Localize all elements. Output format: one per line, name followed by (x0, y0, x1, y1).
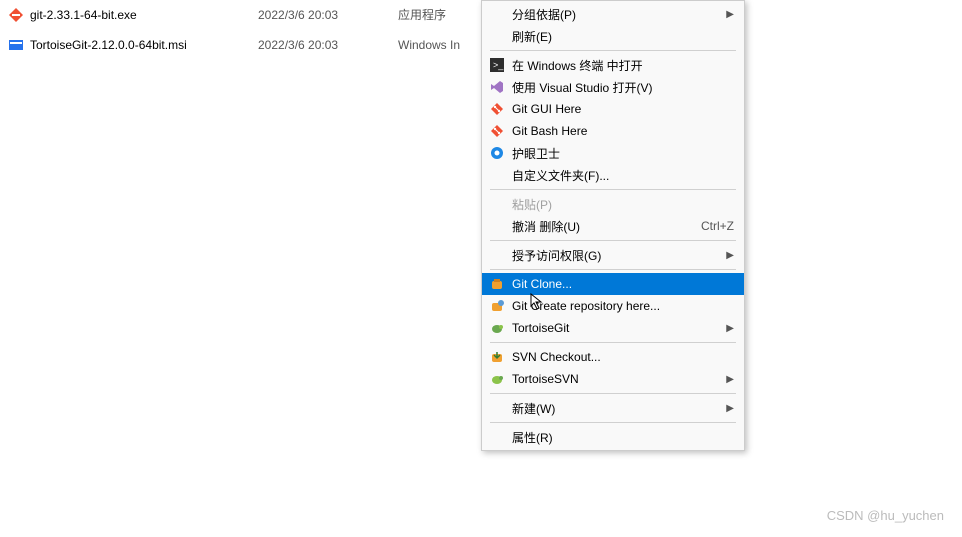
menu-item[interactable]: 授予访问权限(G)▶ (482, 244, 744, 266)
menu-item[interactable]: 分组依据(P)▶ (482, 3, 744, 25)
menu-separator (490, 342, 736, 343)
menu-item[interactable]: Git GUI Here (482, 98, 744, 120)
menu-label: 分组依据(P) (512, 6, 726, 23)
chevron-right-icon: ▶ (726, 403, 734, 414)
context-menu[interactable]: 分组依据(P)▶刷新(E)>_在 Windows 终端 中打开使用 Visual… (481, 0, 745, 451)
menu-item[interactable]: SVN Checkout... (482, 346, 744, 368)
menu-label: 新建(W) (512, 400, 726, 417)
menu-label: 撤消 删除(U) (512, 218, 701, 235)
menu-label: Git GUI Here (512, 102, 734, 116)
menu-label: Git Create repository here... (512, 299, 734, 313)
menu-item[interactable]: TortoiseSVN▶ (482, 368, 744, 390)
menu-separator (490, 189, 736, 190)
tortoise-clone-icon (488, 276, 506, 292)
msi-icon (8, 37, 24, 53)
menu-label: 护眼卫士 (512, 145, 734, 162)
menu-label: Git Clone... (512, 277, 734, 291)
menu-label: 授予访问权限(G) (512, 247, 726, 264)
file-date: 2022/3/6 20:03 (258, 8, 398, 22)
file-date: 2022/3/6 20:03 (258, 38, 398, 52)
menu-item[interactable]: 自定义文件夹(F)... (482, 164, 744, 186)
blank-icon (488, 400, 506, 416)
menu-item[interactable]: 护眼卫士 (482, 142, 744, 164)
tortoise-create-icon (488, 298, 506, 314)
menu-label: TortoiseGit (512, 321, 726, 335)
menu-label: 使用 Visual Studio 打开(V) (512, 79, 734, 96)
menu-separator (490, 50, 736, 51)
vs-icon (488, 79, 506, 95)
tortoise-icon (488, 320, 506, 336)
menu-item[interactable]: 属性(R) (482, 426, 744, 448)
eye-icon (488, 145, 506, 161)
menu-separator (490, 269, 736, 270)
file-name: TortoiseGit-2.12.0.0-64bit.msi (30, 38, 187, 52)
menu-item[interactable]: 使用 Visual Studio 打开(V) (482, 76, 744, 98)
svn-icon (488, 371, 506, 387)
menu-separator (490, 393, 736, 394)
chevron-right-icon: ▶ (726, 250, 734, 261)
blank-icon (488, 6, 506, 22)
menu-label: 刷新(E) (512, 28, 734, 45)
menu-separator (490, 240, 736, 241)
chevron-right-icon: ▶ (726, 374, 734, 385)
menu-label: 属性(R) (512, 429, 734, 446)
chevron-right-icon: ▶ (726, 9, 734, 20)
menu-item[interactable]: >_ 在 Windows 终端 中打开 (482, 54, 744, 76)
file-name: git-2.33.1-64-bit.exe (30, 8, 137, 22)
menu-label: 自定义文件夹(F)... (512, 167, 734, 184)
menu-item[interactable]: TortoiseGit▶ (482, 317, 744, 339)
menu-label: Git Bash Here (512, 124, 734, 138)
menu-label: 在 Windows 终端 中打开 (512, 57, 734, 74)
menu-label: 粘贴(P) (512, 196, 734, 213)
menu-label: SVN Checkout... (512, 350, 734, 364)
menu-item[interactable]: 新建(W)▶ (482, 397, 744, 419)
svn-checkout-icon (488, 349, 506, 365)
git-icon (488, 101, 506, 117)
menu-label: TortoiseSVN (512, 372, 726, 386)
menu-separator (490, 422, 736, 423)
menu-item[interactable]: 刷新(E) (482, 25, 744, 47)
blank-icon (488, 196, 506, 212)
blank-icon (488, 167, 506, 183)
menu-item: 粘贴(P) (482, 193, 744, 215)
git-icon (8, 7, 24, 23)
blank-icon (488, 429, 506, 445)
blank-icon (488, 247, 506, 263)
blank-icon (488, 28, 506, 44)
menu-item[interactable]: Git Clone... (482, 273, 744, 295)
git-icon (488, 123, 506, 139)
menu-shortcut: Ctrl+Z (701, 219, 734, 233)
blank-icon (488, 218, 506, 234)
watermark: CSDN @hu_yuchen (827, 508, 944, 523)
menu-item[interactable]: Git Create repository here... (482, 295, 744, 317)
svg-text:>_: >_ (493, 60, 504, 70)
terminal-icon: >_ (488, 57, 506, 73)
menu-item[interactable]: Git Bash Here (482, 120, 744, 142)
chevron-right-icon: ▶ (726, 323, 734, 334)
menu-item[interactable]: 撤消 删除(U)Ctrl+Z (482, 215, 744, 237)
